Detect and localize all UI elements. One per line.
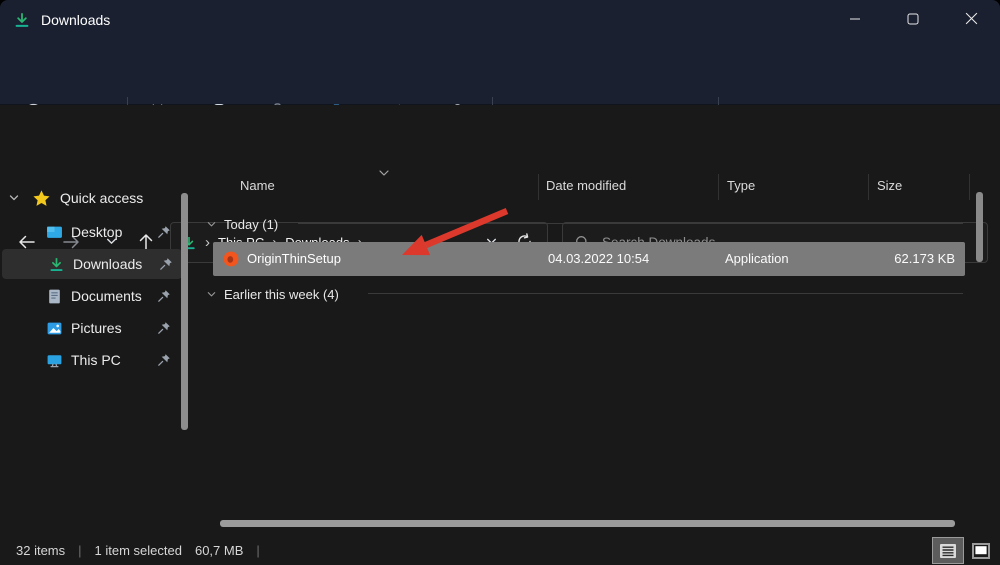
status-info: 32 items | 1 item selected 60,7 MB |	[0, 543, 260, 558]
desktop-icon	[46, 224, 63, 241]
star-icon	[32, 189, 51, 208]
file-explorer-window: Downloads New	[0, 0, 1000, 565]
minimize-icon	[849, 13, 861, 28]
chevron-down-icon	[206, 289, 217, 300]
pin-icon	[159, 257, 173, 271]
command-toolbar: New	[0, 40, 1000, 105]
group-label: Earlier this week (4)	[224, 287, 339, 302]
origin-app-icon	[222, 250, 240, 268]
pin-icon	[157, 225, 171, 239]
column-divider[interactable]	[969, 174, 970, 200]
view-toggles	[933, 538, 996, 563]
column-header-name[interactable]: Name	[240, 178, 275, 193]
maximize-button[interactable]	[884, 0, 942, 40]
chevron-down-icon	[206, 219, 217, 230]
chevron-down-icon	[8, 192, 20, 204]
file-name: OriginThinSetup	[247, 251, 341, 266]
pictures-icon	[46, 320, 63, 337]
details-view-icon	[939, 543, 957, 559]
status-divider: |	[256, 543, 259, 558]
close-icon	[965, 12, 978, 28]
titlebar-app-info: Downloads	[0, 11, 110, 29]
window-title: Downloads	[41, 12, 110, 28]
sidebar-item-documents[interactable]: Documents	[0, 281, 180, 311]
status-bar: 32 items | 1 item selected 60,7 MB |	[0, 536, 1000, 565]
sidebar-item-desktop[interactable]: Desktop	[0, 217, 180, 247]
minimize-button[interactable]	[826, 0, 884, 40]
file-type: Application	[725, 251, 789, 266]
selection-size: 60,7 MB	[195, 543, 243, 558]
column-header-type[interactable]: Type	[727, 178, 755, 193]
sidebar-item-label: Downloads	[73, 256, 142, 272]
column-divider[interactable]	[718, 174, 719, 200]
maximize-icon	[907, 13, 919, 28]
file-date-modified: 04.03.2022 10:54	[548, 251, 649, 266]
vertical-scrollbar[interactable]	[976, 192, 983, 262]
sidebar-item-label: Desktop	[71, 224, 122, 240]
status-divider: |	[78, 543, 81, 558]
item-count: 32 items	[16, 543, 65, 558]
thumbnails-view-icon	[972, 543, 990, 559]
downloads-folder-icon	[48, 256, 65, 273]
file-row-originthinsetup[interactable]: OriginThinSetup 04.03.2022 10:54 Applica…	[213, 242, 965, 276]
sidebar-item-label: This PC	[71, 352, 121, 368]
group-header-today[interactable]: Today (1)	[206, 213, 278, 235]
pin-icon	[157, 289, 171, 303]
this-pc-icon	[46, 352, 63, 369]
sidebar-item-label: Quick access	[60, 190, 143, 206]
pin-icon	[157, 353, 171, 367]
documents-icon	[46, 288, 63, 305]
sidebar-item-quick-access[interactable]: Quick access	[0, 183, 180, 213]
horizontal-scrollbar[interactable]	[220, 520, 955, 527]
sidebar-item-this-pc[interactable]: This PC	[0, 345, 180, 375]
file-list-panel: Name Date modified Type Size Today (1) O…	[196, 165, 1000, 536]
sidebar-item-downloads[interactable]: Downloads	[2, 249, 182, 279]
sidebar-item-label: Pictures	[71, 320, 122, 336]
navigation-bar: › This PC › Downloads ›	[0, 105, 1000, 165]
downloads-folder-icon	[13, 11, 31, 29]
column-divider[interactable]	[538, 174, 539, 200]
column-header-date-modified[interactable]: Date modified	[546, 178, 626, 193]
titlebar: Downloads	[0, 0, 1000, 40]
pin-icon	[157, 321, 171, 335]
column-divider[interactable]	[868, 174, 869, 200]
group-divider-line	[298, 223, 963, 224]
group-label: Today (1)	[224, 217, 278, 232]
sort-direction-chevron-icon[interactable]	[378, 169, 390, 178]
close-button[interactable]	[942, 0, 1000, 40]
window-controls	[826, 0, 1000, 40]
file-size: 62.173 KB	[894, 251, 955, 266]
group-divider-line	[368, 293, 963, 294]
sidebar-item-label: Documents	[71, 288, 142, 304]
sidebar-scrollbar[interactable]	[181, 193, 188, 430]
selection-count: 1 item selected	[95, 543, 182, 558]
group-header-earlier-this-week[interactable]: Earlier this week (4)	[206, 283, 339, 305]
sidebar-item-pictures[interactable]: Pictures	[0, 313, 180, 343]
large-thumbnails-view-button[interactable]	[966, 538, 996, 563]
details-view-button[interactable]	[933, 538, 963, 563]
column-header-size[interactable]: Size	[877, 178, 902, 193]
navigation-pane: Quick access Desktop Downloads Doc	[0, 165, 196, 536]
